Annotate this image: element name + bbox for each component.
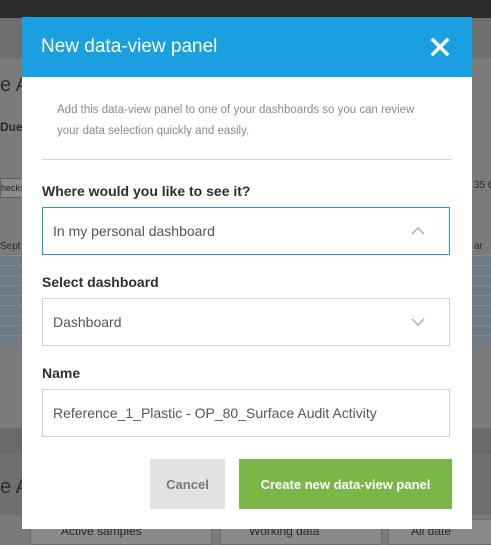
dashboard-select-value: Dashboard — [53, 314, 122, 330]
background-month-left: Sept — [0, 241, 21, 252]
dashboard-label: Select dashboard — [42, 274, 159, 290]
name-input[interactable]: Reference_1_Plastic - OP_80_Surface Audi… — [42, 389, 450, 437]
location-select[interactable]: In my personal dashboard — [42, 207, 450, 255]
dialog-description: Add this data-view panel to one of your … — [57, 104, 415, 137]
background-topbar — [0, 0, 491, 18]
location-label: Where would you like to see it? — [42, 183, 251, 199]
chevron-up-icon — [411, 226, 425, 235]
close-icon[interactable] — [430, 37, 450, 57]
background-chart-left — [0, 255, 22, 345]
chevron-down-icon — [411, 318, 425, 327]
cancel-button[interactable]: Cancel — [150, 459, 225, 509]
divider — [42, 159, 452, 160]
background-chart-right — [471, 255, 491, 345]
dialog-title: New data-view panel — [41, 36, 218, 57]
location-select-value: In my personal dashboard — [53, 223, 215, 239]
create-data-view-panel-button[interactable]: Create new data-view panel — [239, 459, 452, 509]
dialog-header: New data-view panel — [22, 17, 472, 77]
background-number: 35 C — [474, 180, 491, 191]
dashboard-select[interactable]: Dashboard — [42, 298, 450, 346]
new-data-view-panel-dialog: New data-view panel Add this data-view p… — [22, 17, 472, 529]
name-input-value: Reference_1_Plastic - OP_80_Surface Audi… — [53, 405, 377, 421]
background-month-right: ar — [474, 241, 483, 252]
name-label: Name — [42, 365, 81, 381]
